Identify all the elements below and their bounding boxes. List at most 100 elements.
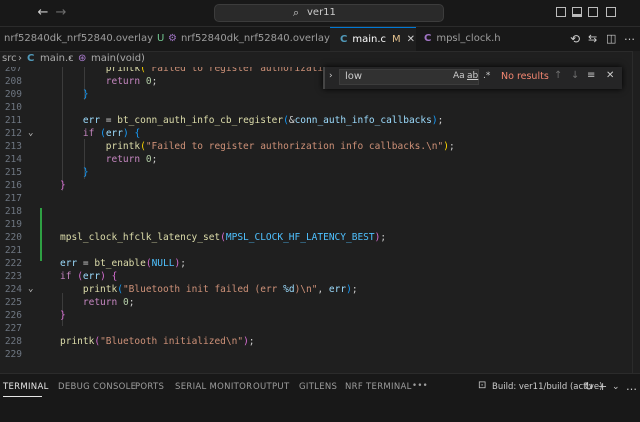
line-number: 210 [4,102,22,113]
tab-main-c[interactable]: Cmain.c M ✕ [330,27,416,51]
c-header-file-icon: C [424,33,432,44]
line-number: 223 [4,271,22,282]
compare-icon[interactable]: ⇆ [588,32,597,45]
line-number: 228 [4,336,22,347]
tab-label: mpsl_clock.h [436,33,501,44]
c-file-icon: C [27,53,35,64]
panel-tab-debug-console[interactable]: DEBUG CONSOLE [58,382,136,392]
code-line: if (err) { [60,271,118,282]
code-line: } [60,310,66,321]
git-status-badge: U [157,33,165,44]
fold-chevron-down-icon[interactable]: ⌄ [28,128,33,138]
find-result-status: No results [501,71,549,82]
toggle-primary-sidebar-icon[interactable] [556,7,566,17]
line-number: 218 [4,206,22,217]
match-whole-word-toggle[interactable]: ab [467,71,478,81]
line-number: 217 [4,193,22,204]
tab-mpsl-clock-h[interactable]: Cmpsl_clock.h [424,27,501,51]
code-editor[interactable]: 207 208 209 210 211 212 213 214 215 216 … [0,67,632,373]
customize-layout-icon[interactable] [606,7,616,17]
tab-label: nrf52840dk_nrf52840.overlay [4,33,154,44]
line-number: 220 [4,232,22,243]
code-line: err = bt_conn_auth_info_cb_register(&con… [82,115,444,126]
line-number: 214 [4,154,22,165]
tab-label: main.c [352,34,387,45]
line-number: 213 [4,141,22,152]
workspace-name: ver11 [307,7,336,18]
code-line: return 0; [82,297,135,308]
chevron-down-icon[interactable]: ⌄ [612,382,620,392]
panel-more-icon[interactable]: ••• [412,381,428,391]
line-number: 224 [4,284,22,295]
panel-tab-ports[interactable]: PORTS [135,382,164,392]
code-line: err = bt_enable(NULL); [60,258,186,269]
editor-vertical-scrollbar[interactable] [632,51,640,373]
code-line: printk("Bluetooth init failed (err %d)\n… [82,284,358,295]
line-number: 215 [4,167,22,178]
title-bar: ← → ⌕ ver11 [0,0,640,27]
panel-tab-terminal[interactable]: TERMINAL [3,382,49,392]
toggle-panel-icon[interactable] [572,7,582,17]
tab-overlay-2[interactable]: ⚙nrf52840dk_nrf52840.overlayU [168,27,341,51]
chevron-right-icon: › [68,53,72,64]
code-line: } [82,89,89,100]
line-number: 221 [4,245,22,256]
split-editor-icon[interactable]: ◫ [606,32,616,45]
editor-tabs: nrf52840dk_nrf52840.overlay U ⚙ nrf52840dk… [0,27,640,52]
chevron-right-icon: › [18,53,22,64]
code-line: if (err) { [82,128,141,139]
function-symbol-icon: ⊛ [78,53,87,64]
timeline-icon[interactable]: ⟲ [570,32,580,46]
panel-tab-gitlens[interactable]: GITLENS [299,382,337,392]
code-line: mpsl_clock_hfclk_latency_set(MPSL_CLOCK_… [60,232,387,243]
new-terminal-icon[interactable]: + [598,380,607,393]
code-line: } [60,180,66,191]
line-number: 207 [4,67,22,74]
command-center-search[interactable]: ⌕ ver11 [214,4,444,22]
line-number: 211 [4,115,22,126]
toggle-secondary-sidebar-icon[interactable] [588,7,598,17]
panel-tab-output[interactable]: OUTPUT [253,382,289,392]
refresh-icon[interactable]: ↻ [584,380,593,393]
code-line: return 0; [105,154,158,165]
close-icon[interactable]: ✕ [606,70,614,81]
tab-overlay-1[interactable]: nrf52840dk_nrf52840.overlay U [4,27,164,51]
search-icon: ⌕ [293,6,300,19]
find-in-selection-icon[interactable]: ≡ [587,70,595,81]
line-number: 222 [4,258,22,269]
breadcrumb: src › C main.c › ⊛ main(void) [0,51,640,67]
breadcrumb-folder[interactable]: src [2,51,17,67]
match-case-toggle[interactable]: Aa [453,71,465,81]
panel-tab-nrf-terminal[interactable]: NRF TERMINAL [345,382,412,392]
more-actions-icon[interactable]: … [624,30,635,43]
bottom-panel: TERMINAL DEBUG CONSOLE PORTS SERIAL MONI… [0,373,640,422]
line-number: 212 [4,128,22,139]
back-arrow-icon[interactable]: ← [34,4,52,22]
line-number: 208 [4,76,22,87]
code-line: } [82,167,89,178]
git-status-badge: M [392,34,401,45]
line-number: 226 [4,310,22,321]
line-number: 219 [4,219,22,230]
find-widget: › low Aa ab .* No results ↑ ↓ ≡ ✕ [323,67,622,89]
breadcrumb-symbol[interactable]: main(void) [91,51,145,67]
use-regex-toggle[interactable]: .* [483,71,490,81]
code-line: printk("Failed to register authorization [105,67,335,74]
fold-chevron-down-icon[interactable]: ⌄ [28,284,33,294]
panel-tab-serial-monitor[interactable]: SERIAL MONITOR [175,382,252,392]
tab-label: nrf52840dk_nrf52840.overlay [180,33,330,44]
forward-arrow-icon[interactable]: → [52,4,70,22]
active-tab-indicator [3,396,42,397]
code-line: printk("Bluetooth initialized\n"); [60,336,255,347]
next-match-icon[interactable]: ↓ [571,70,579,81]
line-number: 225 [4,297,22,308]
line-number: 216 [4,180,22,191]
c-file-icon: C [340,34,348,45]
more-actions-icon[interactable]: … [626,380,637,393]
devicetree-icon: ⚙ [168,33,177,44]
code-line: printk("Failed to register authorization… [105,141,455,152]
previous-match-icon[interactable]: ↑ [554,70,562,81]
terminal-icon: ⊡ [478,380,487,391]
close-icon[interactable]: ✕ [407,34,415,45]
toggle-replace-chevron-icon[interactable]: › [329,71,333,81]
